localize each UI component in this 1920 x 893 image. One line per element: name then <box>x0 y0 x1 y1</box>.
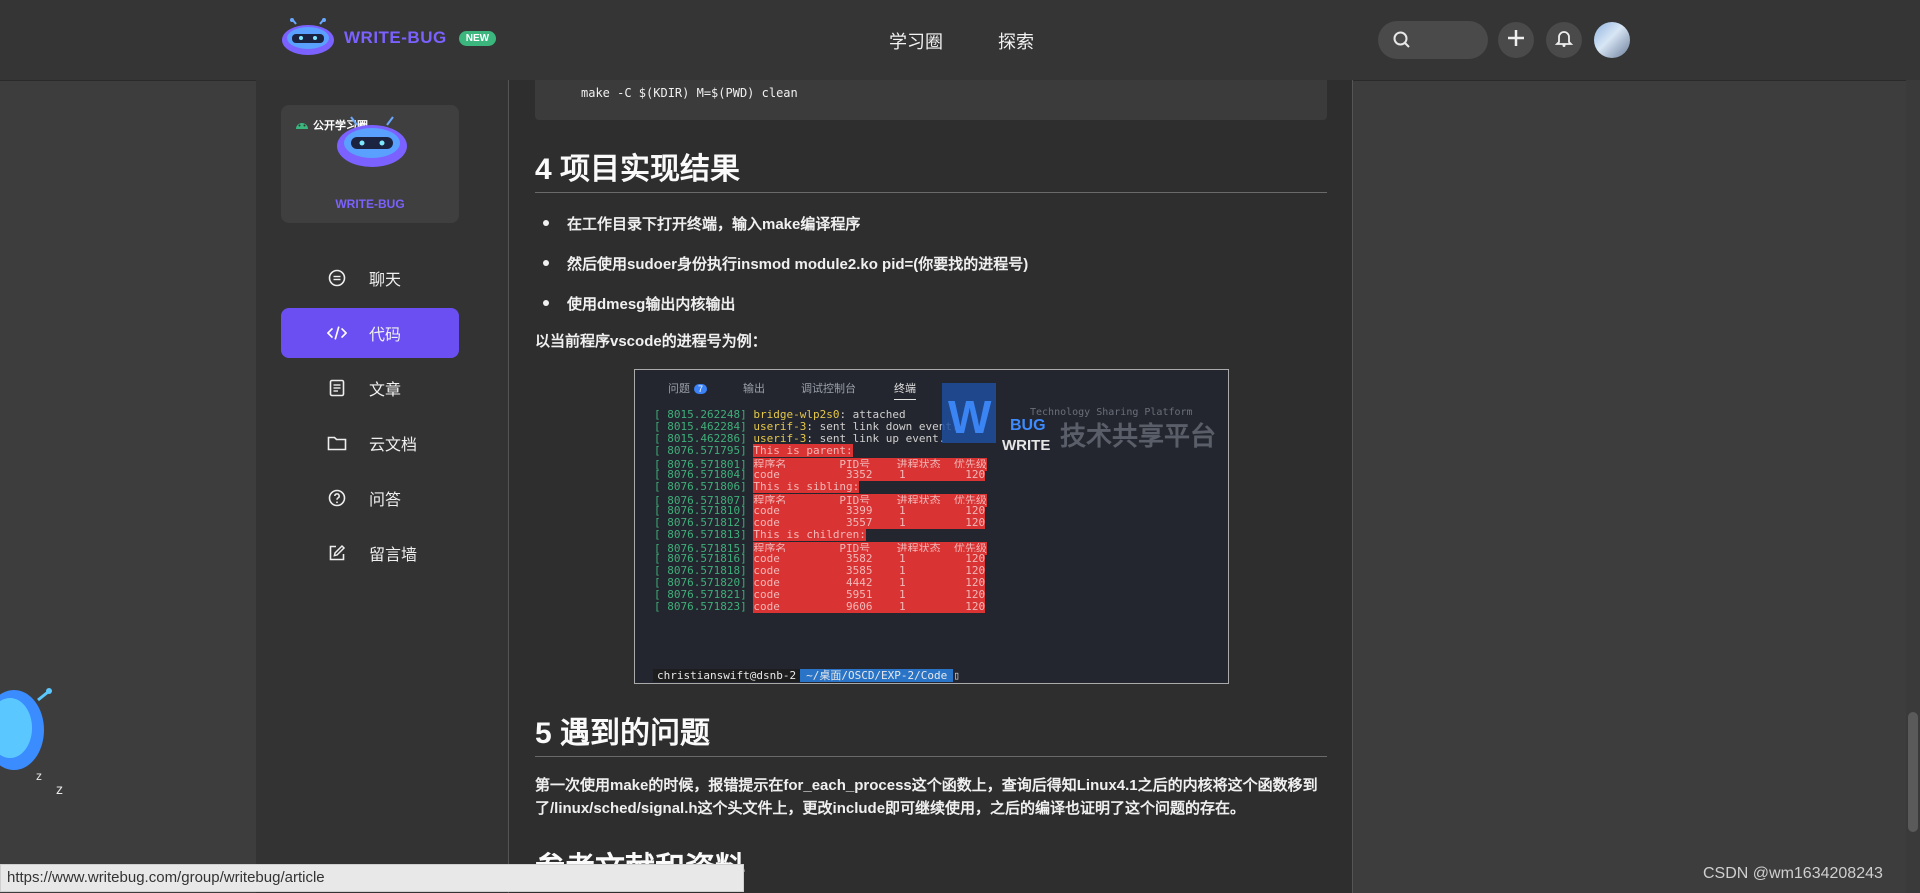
problem-paragraph: 第一次使用make的时候，报错提示在for_each_process这个函数上，… <box>535 777 1318 817</box>
chat-icon <box>327 268 347 288</box>
section5-heading: 5 遇到的问题 <box>535 717 711 750</box>
list-item: 使用dmesg输出内核输出 <box>543 293 735 314</box>
new-badge: NEW <box>458 30 497 46</box>
sidebar-item-label: 文章 <box>369 382 402 399</box>
prompt-user: christianswift@dsnb-2 <box>653 669 801 682</box>
list-item: 在工作目录下打开终端，输入make编译程序 <box>543 213 860 234</box>
section4-divider <box>535 192 1327 193</box>
svg-text:W: W <box>948 391 992 443</box>
code-line: make -C $(KDIR) M=$(PWD) clean <box>581 86 798 100</box>
tab-terminal: 终端 <box>894 380 916 400</box>
terminal-screenshot: 问题 7 输出 调试控制台 终端 [ 8015.262248] bridge-wl… <box>634 369 1229 684</box>
folder-icon <box>327 433 347 453</box>
tab-debug-console: 调试控制台 <box>801 383 856 395</box>
question-icon <box>327 488 347 508</box>
prompt-path: ~/桌面/OSCD/EXP-2/Code <box>800 669 954 682</box>
article-content: make -C $(KDIR) M=$(PWD) clean 4 项目实现结果 … <box>508 80 1353 893</box>
mascot-logo-icon <box>280 18 336 58</box>
problem-count-badge: 7 <box>694 384 708 394</box>
writebug-watermark: W Technology Sharing Platform BUG WRITE … <box>940 375 1228 460</box>
circle-mascot-icon <box>335 113 409 174</box>
notifications-button[interactable] <box>1546 22 1582 58</box>
sidebar-item-label: 代码 <box>369 327 402 344</box>
svg-text:z: z <box>56 781 63 797</box>
create-button[interactable] <box>1498 22 1534 58</box>
circle-brand: WRITE-BUG <box>335 197 405 211</box>
edit-icon <box>327 543 347 563</box>
tab-problems: 问题 7 <box>668 380 708 396</box>
svg-text:BUG: BUG <box>1010 417 1046 434</box>
scrollbar-thumb[interactable] <box>1908 712 1918 832</box>
search-icon <box>1392 30 1412 55</box>
terminal-prompt: christianswift@dsnb-2 ~/桌面/OSCD/EXP-2/Cod… <box>653 667 960 682</box>
example-text: 以当前程序vscode的进程号为例： <box>535 333 767 350</box>
plus-icon <box>1506 28 1526 53</box>
terminal-line: [ 8076.571823] code 9606 1 120 <box>654 600 986 613</box>
sidebar-item-label: 云文档 <box>369 437 418 454</box>
sidebar-item-article[interactable]: 文章 <box>281 363 459 413</box>
circle-card[interactable]: 公开学习圈 WRITE-BUG <box>281 105 459 223</box>
sidebar-item-cloud-docs[interactable]: 云文档 <box>281 418 459 468</box>
brand-name: WRITE-BUG <box>344 28 447 47</box>
search-input[interactable] <box>1378 21 1488 59</box>
csdn-watermark: CSDN @wm1634208243 <box>1703 865 1883 882</box>
list-item: 然后使用sudoer身份执行insmod module2.ko pid=(你要找… <box>543 253 1028 274</box>
article-icon <box>327 378 347 398</box>
bell-icon <box>1554 28 1574 53</box>
section4-heading: 4 项目实现结果 <box>535 153 741 186</box>
tab-output: 输出 <box>743 383 765 395</box>
status-bar-url: https://www.writebug.com/group/writebug/… <box>0 864 744 892</box>
code-icon <box>327 323 347 343</box>
sidebar-item-label: 问答 <box>369 492 402 509</box>
nav-explore[interactable]: 探索 <box>998 28 1034 54</box>
sidebar-item-label: 留言墙 <box>369 547 418 564</box>
sidebar-item-chat[interactable]: 聊天 <box>281 253 459 303</box>
sidebar-item-message-wall[interactable]: 留言墙 <box>281 528 459 578</box>
code-block: make -C $(KDIR) M=$(PWD) clean <box>535 80 1327 120</box>
top-bar: WRITE-BUG NEW 学习圈 探索 <box>0 0 1920 81</box>
android-icon <box>295 119 309 132</box>
sidebar: 公开学习圈 WRITE-BUG 聊天 代码 文章 云文档 问答 留言墙 <box>256 80 508 893</box>
page-scrollbar[interactable] <box>1906 80 1920 893</box>
svg-text:z: z <box>36 769 42 783</box>
section5-divider <box>535 756 1327 757</box>
sidebar-item-qa[interactable]: 问答 <box>281 473 459 523</box>
nav-study-circle[interactable]: 学习圈 <box>889 28 943 54</box>
user-avatar[interactable] <box>1594 22 1630 58</box>
svg-text:WRITE: WRITE <box>1002 437 1050 454</box>
site-logo[interactable]: WRITE-BUG NEW <box>280 18 497 58</box>
svg-text:技术共享平台: 技术共享平台 <box>1060 421 1216 452</box>
sidebar-item-label: 聊天 <box>369 272 402 289</box>
svg-text:Technology Sharing Platform: Technology Sharing Platform <box>1030 407 1193 418</box>
sidebar-item-code[interactable]: 代码 <box>281 308 459 358</box>
floating-assistant-icon[interactable]: z z <box>0 670 80 800</box>
